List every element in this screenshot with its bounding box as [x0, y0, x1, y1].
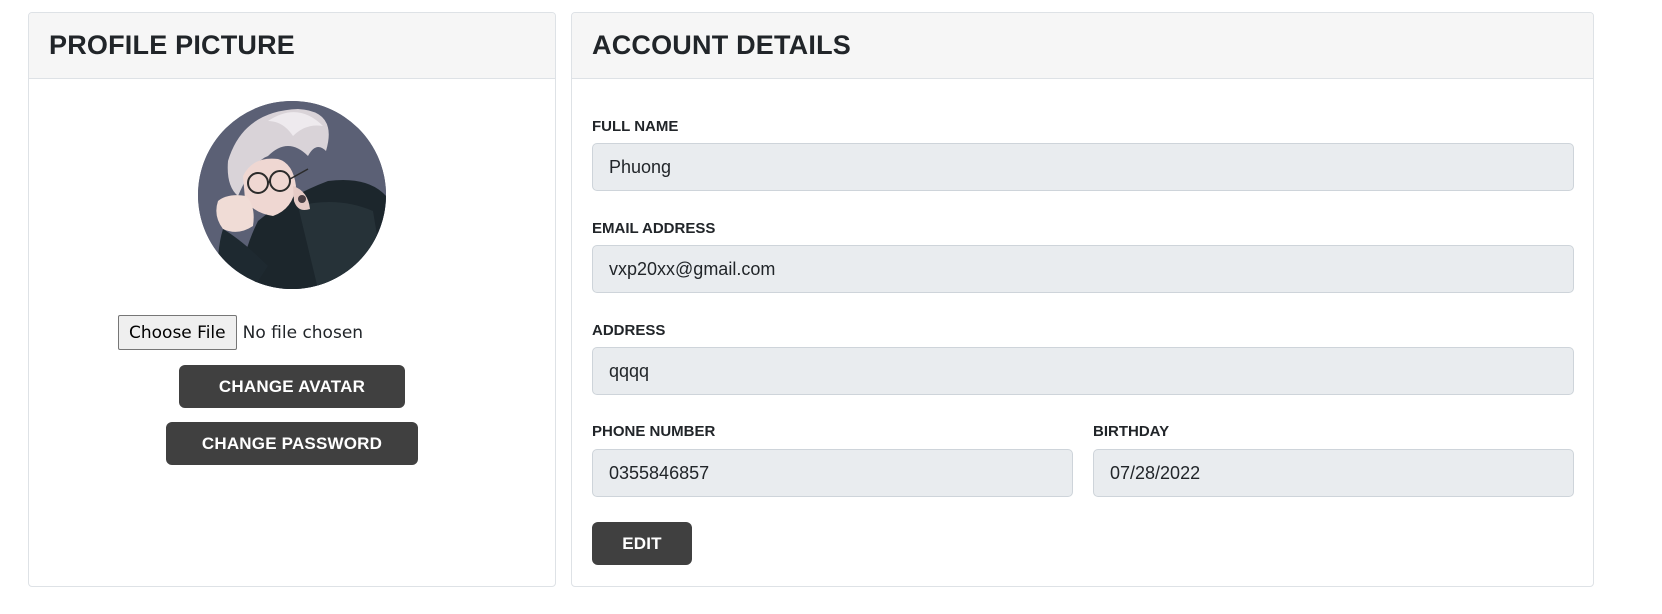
phone-number-field[interactable]: 0355846857 — [592, 449, 1073, 497]
account-details-header: ACCOUNT DETAILS — [572, 13, 1593, 79]
change-password-button[interactable]: CHANGE PASSWORD — [166, 422, 418, 465]
account-details-title: ACCOUNT DETAILS — [592, 30, 851, 60]
profile-picture-header: PROFILE PICTURE — [29, 13, 555, 79]
avatar — [198, 101, 386, 289]
edit-button[interactable]: EDIT — [592, 522, 692, 565]
address-field[interactable]: qqqq — [592, 347, 1574, 395]
file-input[interactable]: Choose File No file chosen — [118, 315, 363, 350]
birthday-field[interactable]: 07/28/2022 — [1093, 449, 1574, 497]
account-details-card: ACCOUNT DETAILS FULL NAME Phuong EMAIL A… — [571, 12, 1594, 587]
choose-file-button[interactable]: Choose File — [118, 315, 237, 350]
profile-picture-title: PROFILE PICTURE — [49, 30, 296, 60]
full-name-label: FULL NAME — [592, 118, 679, 135]
email-field[interactable]: vxp20xx@gmail.com — [592, 245, 1574, 293]
profile-picture-card: PROFILE PICTURE Choose File No file chos… — [28, 12, 556, 587]
account-page: PROFILE PICTURE Choose File No file chos… — [0, 0, 1662, 614]
full-name-field[interactable]: Phuong — [592, 143, 1574, 191]
file-status-text: No file chosen — [242, 322, 364, 343]
avatar-image — [198, 101, 386, 289]
address-label: ADDRESS — [592, 322, 666, 339]
change-avatar-button[interactable]: CHANGE AVATAR — [179, 365, 405, 408]
phone-number-label: PHONE NUMBER — [592, 423, 716, 440]
email-address-label: EMAIL ADDRESS — [592, 220, 716, 237]
birthday-label: BIRTHDAY — [1093, 423, 1170, 440]
